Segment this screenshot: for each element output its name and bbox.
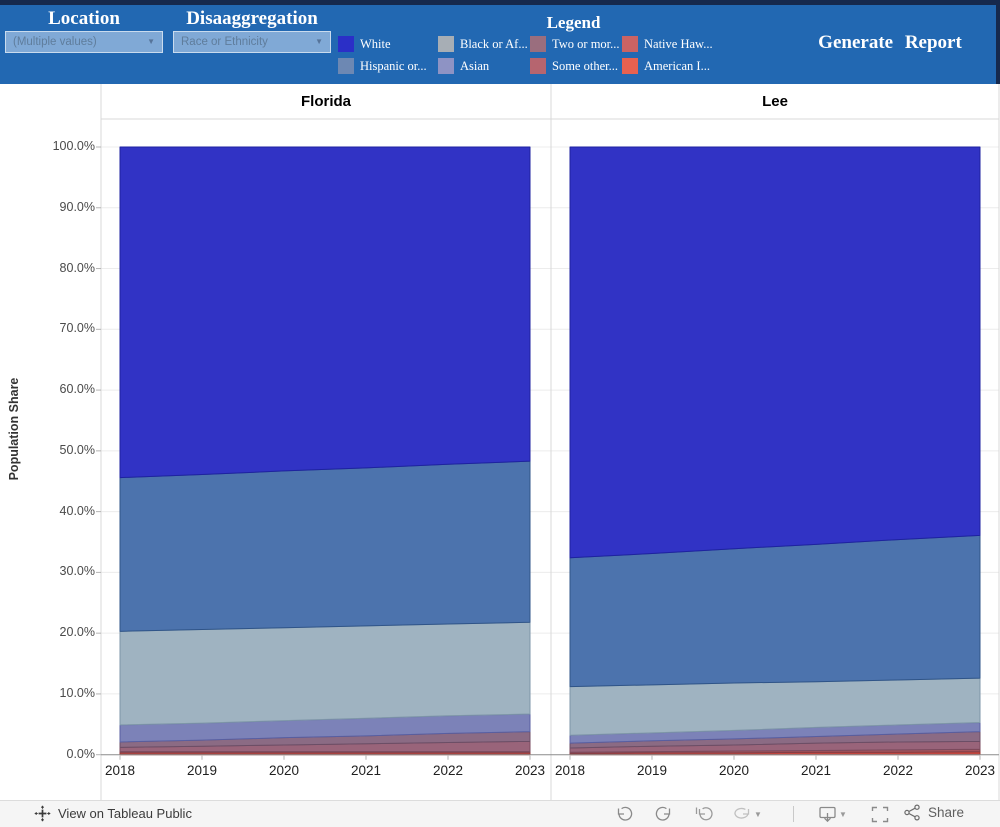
refresh-button[interactable]: ▼ bbox=[732, 804, 762, 824]
y-tick-label: 90.0% bbox=[29, 200, 95, 214]
tableau-logo-icon bbox=[34, 805, 51, 822]
area-lee-white[interactable] bbox=[570, 147, 980, 558]
disaggregation-filter-title: Disaaggregation bbox=[173, 8, 331, 30]
generate-report-button[interactable]: Generate Report bbox=[790, 32, 990, 54]
legend-label: Two or mor... bbox=[552, 37, 620, 52]
legend-item-american-i[interactable]: American I... bbox=[622, 55, 732, 77]
legend-item-two-or-mor[interactable]: Two or mor... bbox=[530, 33, 622, 55]
y-tick-label: 0.0% bbox=[29, 747, 95, 761]
x-tick-label: 2020 bbox=[706, 763, 762, 778]
monitor-download-icon bbox=[817, 805, 839, 823]
x-tick-label: 2018 bbox=[92, 763, 148, 778]
chart-region: Florida Lee Population Share 0.0% 10.0% 20… bbox=[0, 84, 1000, 800]
legend-label: Asian bbox=[460, 59, 489, 74]
area-florida-hispanic-or[interactable] bbox=[120, 461, 530, 631]
legend-swatch-two-or-mor bbox=[530, 36, 546, 52]
chevron-down-icon: ▼ bbox=[147, 38, 155, 46]
share-icon bbox=[903, 804, 922, 821]
legend-swatch-white bbox=[338, 36, 354, 52]
redo-icon bbox=[654, 806, 674, 822]
area-florida-black-or-af[interactable] bbox=[120, 622, 530, 725]
y-tick-label: 100.0% bbox=[29, 139, 95, 153]
dashboard-page: Location (Multiple values) ▼ Disaaggrega… bbox=[0, 0, 1000, 827]
y-tick-label: 10.0% bbox=[29, 686, 95, 700]
legend-label: American I... bbox=[644, 59, 710, 74]
footer-toolbar: View on Tableau Public bbox=[0, 800, 1000, 827]
x-tick-label: 2019 bbox=[174, 763, 230, 778]
legend-item-asian[interactable]: Asian bbox=[438, 55, 530, 77]
redo-button[interactable] bbox=[652, 804, 676, 824]
location-dropdown[interactable]: (Multiple values) ▼ bbox=[5, 31, 163, 53]
x-tick-label: 2020 bbox=[256, 763, 312, 778]
legend-label: Native Haw... bbox=[644, 37, 713, 52]
legend-swatch-native-haw bbox=[622, 36, 638, 52]
window-right-edge bbox=[996, 0, 1000, 84]
y-tick-label: 50.0% bbox=[29, 443, 95, 457]
location-filter-title: Location bbox=[5, 8, 163, 30]
legend-label: Some other... bbox=[552, 59, 618, 74]
area-florida-white[interactable] bbox=[120, 147, 530, 478]
panel-title-lee: Lee bbox=[551, 93, 999, 110]
legend-title: Legend bbox=[506, 13, 641, 33]
fullscreen-button[interactable] bbox=[868, 804, 892, 824]
x-tick-label: 2019 bbox=[624, 763, 680, 778]
refresh-icon bbox=[732, 806, 754, 822]
window-top-edge bbox=[0, 0, 1000, 5]
view-on-tableau-public-label: View on Tableau Public bbox=[58, 806, 192, 821]
y-tick-label: 30.0% bbox=[29, 564, 95, 578]
y-tick-label: 40.0% bbox=[29, 504, 95, 518]
legend: White Black or Af... Two or mor... Native H… bbox=[338, 33, 732, 77]
x-tick-label: 2021 bbox=[788, 763, 844, 778]
legend-label: White bbox=[360, 37, 391, 52]
legend-label: Black or Af... bbox=[460, 37, 528, 52]
stacked-area-charts bbox=[0, 84, 1000, 800]
y-tick-label: 20.0% bbox=[29, 625, 95, 639]
x-tick-label: 2021 bbox=[338, 763, 394, 778]
legend-swatch-black-or-af bbox=[438, 36, 454, 52]
toolbar-divider bbox=[793, 806, 794, 822]
x-tick-label: 2022 bbox=[870, 763, 926, 778]
legend-item-white[interactable]: White bbox=[338, 33, 438, 55]
area-lee-hispanic-or[interactable] bbox=[570, 535, 980, 686]
legend-swatch-some-other bbox=[530, 58, 546, 74]
display-mode-caret-icon: ▼ bbox=[839, 810, 847, 819]
legend-swatch-american-i bbox=[622, 58, 638, 74]
legend-label: Hispanic or... bbox=[360, 59, 427, 74]
panel-title-florida: Florida bbox=[101, 93, 551, 110]
y-axis-title: Population Share bbox=[7, 329, 21, 529]
refresh-options-caret-icon: ▼ bbox=[754, 810, 762, 819]
dashboard-header: Location (Multiple values) ▼ Disaaggrega… bbox=[0, 0, 1000, 84]
x-tick-label: 2023 bbox=[952, 763, 1000, 778]
reset-button[interactable] bbox=[692, 804, 716, 824]
share-label: Share bbox=[928, 805, 964, 820]
chevron-down-icon: ▼ bbox=[315, 38, 323, 46]
legend-item-some-other[interactable]: Some other... bbox=[530, 55, 622, 77]
location-dropdown-value: (Multiple values) bbox=[13, 36, 97, 48]
view-on-tableau-public-link[interactable]: View on Tableau Public bbox=[34, 805, 192, 822]
undo-icon bbox=[614, 806, 634, 822]
legend-swatch-asian bbox=[438, 58, 454, 74]
disaggregation-dropdown-value: Race or Ethnicity bbox=[181, 36, 268, 48]
x-tick-label: 2018 bbox=[542, 763, 598, 778]
legend-item-native-haw[interactable]: Native Haw... bbox=[622, 33, 732, 55]
legend-swatch-hispanic-or bbox=[338, 58, 354, 74]
y-tick-label: 80.0% bbox=[29, 261, 95, 275]
fullscreen-icon bbox=[871, 806, 889, 823]
y-tick-label: 70.0% bbox=[29, 321, 95, 335]
undo-button[interactable] bbox=[612, 804, 636, 824]
legend-item-hispanic-or[interactable]: Hispanic or... bbox=[338, 55, 438, 77]
legend-item-black-or-af[interactable]: Black or Af... bbox=[438, 33, 530, 55]
disaggregation-dropdown[interactable]: Race or Ethnicity ▼ bbox=[173, 31, 331, 53]
share-button[interactable]: Share bbox=[903, 804, 964, 821]
display-mode-button[interactable]: ▼ bbox=[814, 804, 850, 824]
y-tick-label: 60.0% bbox=[29, 382, 95, 396]
x-tick-label: 2022 bbox=[420, 763, 476, 778]
reset-icon bbox=[694, 806, 714, 822]
